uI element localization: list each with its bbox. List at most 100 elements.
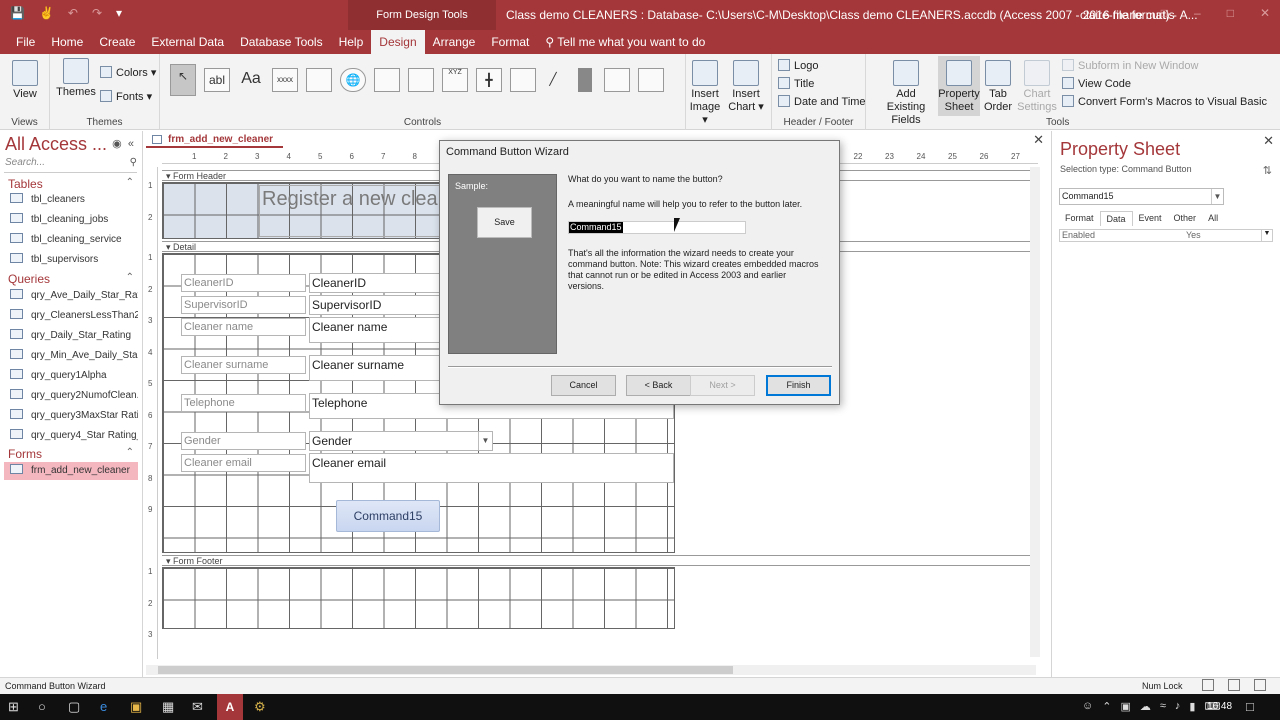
chevron-down-icon[interactable]: ▼	[1261, 230, 1272, 241]
nav-pane-title[interactable]: All Access ...	[5, 134, 107, 155]
field-label[interactable]: Cleaner name	[181, 318, 306, 336]
tab-external-data[interactable]: External Data	[143, 30, 232, 54]
nav-item-table[interactable]: tbl_cleaning_jobs	[4, 211, 138, 229]
nav-menu-icon[interactable]: ◉	[112, 138, 122, 150]
onedrive-icon[interactable]: ☁	[1140, 700, 1151, 713]
app-taskbar-icon[interactable]: ⚙	[254, 699, 266, 715]
tab-file[interactable]: File	[8, 30, 43, 54]
title-button[interactable]: Title	[778, 77, 814, 90]
tab-home[interactable]: Home	[43, 30, 91, 54]
cortana-icon[interactable]: ○	[38, 699, 46, 714]
wifi-icon[interactable]: ≈	[1160, 700, 1166, 713]
nav-item-query[interactable]: qry_Min_Ave_Daily_Star_...	[4, 347, 138, 365]
network-icon[interactable]: ▣	[1120, 700, 1130, 713]
chevron-up-icon[interactable]: ⌃	[1102, 700, 1111, 713]
nav-item-query[interactable]: qry_query2NumofClean...	[4, 387, 138, 405]
close-icon[interactable]: ✕	[1263, 133, 1274, 149]
nav-item-table[interactable]: tbl_supervisors	[4, 251, 138, 269]
field-label[interactable]: SupervisorID	[181, 296, 306, 314]
access-taskbar-icon[interactable]: A	[217, 694, 243, 720]
sort-icon[interactable]: ⇅	[1263, 164, 1272, 177]
property-sheet-button[interactable]: Property Sheet	[938, 56, 980, 116]
nav-item-query[interactable]: qry_Ave_Daily_Star_Rating	[4, 287, 138, 305]
battery-icon[interactable]: ▮	[1189, 700, 1195, 713]
tab-design[interactable]: Design	[371, 30, 425, 54]
fonts-button[interactable]: Fonts ▾	[100, 90, 152, 103]
tab-control-icon[interactable]	[306, 68, 332, 92]
property-value[interactable]: Yes	[1186, 230, 1201, 240]
tab-order-button[interactable]: Tab Order	[982, 60, 1014, 114]
object-selector[interactable]: Command15 ▼	[1059, 188, 1224, 205]
edge-icon[interactable]: e	[100, 699, 107, 714]
nav-item-table[interactable]: tbl_cleaning_service	[4, 231, 138, 249]
next-button[interactable]: Next >	[690, 375, 755, 396]
insert-chart-button[interactable]: Insert Chart ▾	[726, 60, 766, 114]
finish-button[interactable]: Finish	[766, 375, 831, 396]
option-group-icon[interactable]: XYZ	[442, 68, 468, 92]
tab-help[interactable]: Help	[331, 30, 372, 54]
horizontal-scrollbar[interactable]	[146, 665, 1036, 675]
nav-search-input[interactable]: Search... ⚲	[4, 157, 137, 173]
button-control-icon[interactable]: xxxx	[272, 68, 298, 92]
logo-button[interactable]: Logo	[778, 59, 818, 72]
task-view-icon[interactable]: ▢	[68, 699, 80, 715]
nav-item-query[interactable]: qry_query4_Star Rating_...	[4, 427, 138, 445]
rectangle-control-icon[interactable]	[638, 68, 664, 92]
notifications-icon[interactable]: □	[1246, 699, 1254, 714]
tab-event-props[interactable]: Event	[1133, 211, 1168, 226]
line-control-icon[interactable]: ╱	[540, 68, 566, 92]
tab-format[interactable]: Format	[483, 30, 537, 54]
form-view-icon[interactable]	[1202, 679, 1214, 691]
command15-button[interactable]: Command15	[336, 500, 440, 532]
field-label[interactable]: Cleaner surname	[181, 356, 306, 374]
nav-item-table[interactable]: tbl_cleaners	[4, 191, 138, 209]
nav-item-query[interactable]: qry_Daily_Star_Rating	[4, 327, 138, 345]
ribbon-display-icon[interactable]: □	[1161, 6, 1168, 20]
form-footer-section[interactable]	[162, 567, 675, 629]
back-button[interactable]: < Back	[626, 375, 691, 396]
colors-button[interactable]: Colors ▾	[100, 66, 156, 79]
file-explorer-icon[interactable]: ▣	[130, 699, 142, 715]
clock[interactable]: 16:48	[1207, 701, 1232, 712]
property-row[interactable]: Enabled Yes ▼	[1059, 229, 1273, 242]
tell-me-search[interactable]: ⚲ Tell me what you want to do	[545, 35, 705, 49]
chevron-down-icon[interactable]: ▼	[1211, 189, 1223, 204]
button-name-input[interactable]: Command15	[568, 221, 746, 234]
tab-data-props[interactable]: Data	[1099, 211, 1133, 226]
maximize-icon[interactable]: □	[1227, 6, 1234, 20]
mail-icon[interactable]: ✉	[192, 699, 203, 715]
close-icon[interactable]: ✕	[1260, 6, 1270, 20]
forms-section-header[interactable]: Forms ⌃	[8, 447, 138, 461]
date-time-button[interactable]: Date and Time	[778, 95, 866, 108]
save-icon[interactable]: 💾	[10, 6, 25, 20]
queries-section-header[interactable]: Queries ⌃	[8, 272, 138, 286]
layout-view-icon[interactable]	[1228, 679, 1240, 691]
touch-mode-icon[interactable]: ✌	[39, 6, 54, 20]
add-existing-fields-button[interactable]: Add Existing Fields	[876, 60, 936, 127]
people-icon[interactable]: ☺	[1082, 700, 1093, 713]
chart-settings-button[interactable]: Chart Settings	[1016, 60, 1058, 114]
subform-new-window-button[interactable]: Subform in New Window	[1062, 59, 1198, 72]
customize-qat-icon[interactable]: ▾	[116, 6, 122, 20]
design-view-icon[interactable]	[1254, 679, 1266, 691]
field-label[interactable]: CleanerID	[181, 274, 306, 292]
undo-icon[interactable]: ↶	[68, 6, 78, 20]
store-icon[interactable]: ▦	[162, 699, 174, 715]
gender-combo[interactable]: Gender ▼	[309, 431, 493, 451]
combo-box-icon[interactable]	[510, 68, 536, 92]
cancel-button[interactable]: Cancel	[551, 375, 616, 396]
select-pointer-icon[interactable]: ↖	[170, 64, 196, 96]
shutter-bar-icon[interactable]: «	[128, 138, 134, 150]
tab-database-tools[interactable]: Database Tools	[232, 30, 331, 54]
tab-arrange[interactable]: Arrange	[425, 30, 484, 54]
minimize-icon[interactable]: –	[1194, 6, 1201, 20]
nav-item-form[interactable]: frm_add_new_cleaner	[4, 462, 138, 480]
insert-image-button[interactable]: Insert Image ▾	[686, 60, 724, 127]
chevron-down-icon[interactable]: ▼	[478, 432, 492, 450]
view-button[interactable]: View	[8, 60, 42, 101]
themes-button[interactable]: Themes	[56, 58, 96, 99]
list-box-icon[interactable]	[604, 68, 630, 92]
textbox-control-icon[interactable]: abl	[204, 68, 230, 92]
tab-create[interactable]: Create	[91, 30, 143, 54]
nav-item-query[interactable]: qry_query3MaxStar Rati...	[4, 407, 138, 425]
